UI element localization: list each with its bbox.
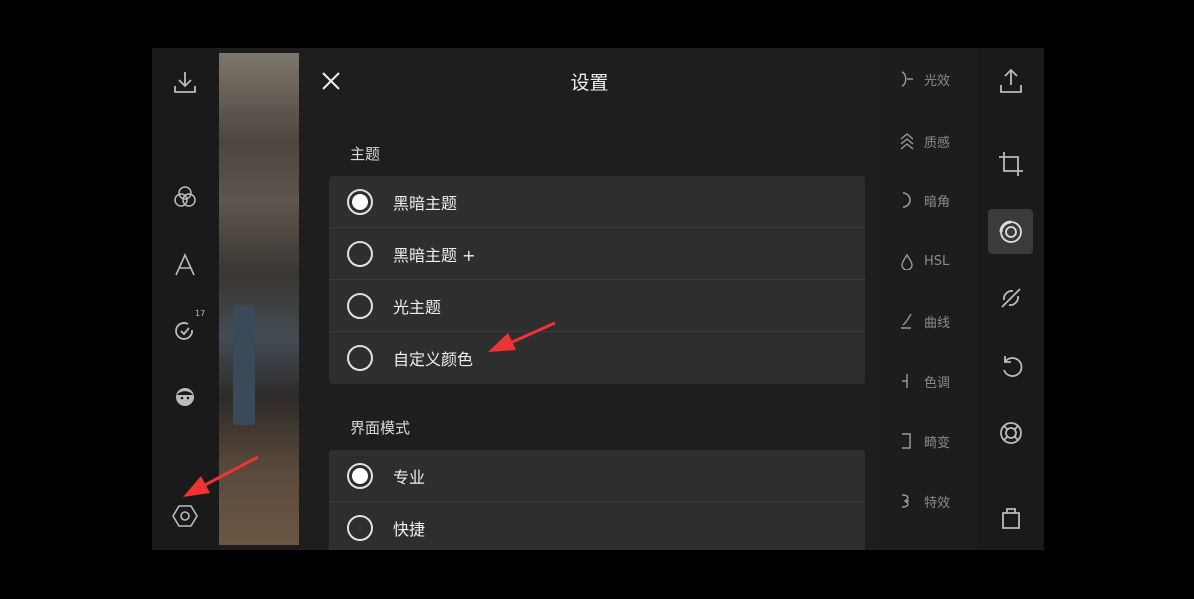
arrow-to-custom-color [488, 321, 556, 352]
arrow-to-settings [183, 455, 259, 497]
annotation-arrows [183, 321, 556, 497]
